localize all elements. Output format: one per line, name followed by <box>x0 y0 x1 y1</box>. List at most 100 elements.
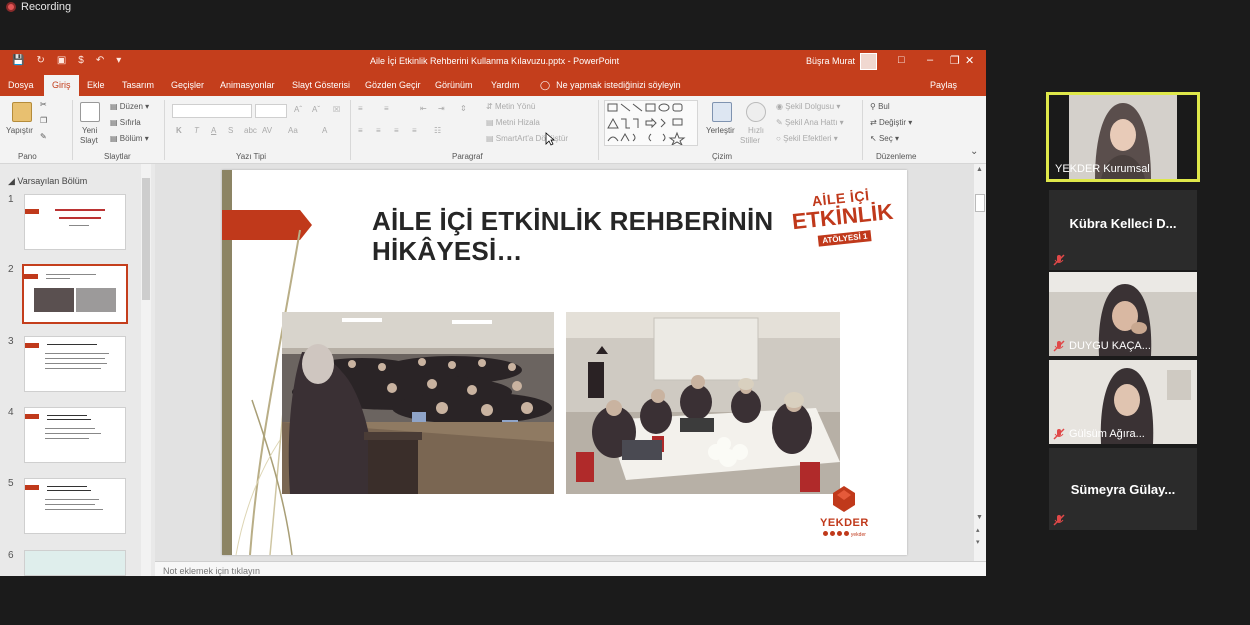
tab-yardim[interactable]: Yardım <box>491 80 519 90</box>
close-icon[interactable]: ✕ <box>965 54 974 67</box>
slide-title[interactable]: AİLE İÇİ ETKİNLİK REHBERİNİN HİKÂYESİ… <box>372 206 773 266</box>
save-icon[interactable]: 💾 <box>12 55 24 66</box>
increase-indent-icon[interactable]: ⇥ <box>438 104 445 113</box>
slide-thumbnail-5[interactable] <box>24 478 126 534</box>
increase-font-icon[interactable]: Aˆ <box>294 105 302 114</box>
seminar-photo[interactable] <box>282 312 554 494</box>
text-direction-button[interactable]: ⇵ Metin Yönü <box>486 102 535 111</box>
scroll-up-icon[interactable]: ▲ <box>976 166 983 173</box>
section-button[interactable]: ▤ Bölüm ▾ <box>110 134 149 143</box>
notes-pane[interactable]: Not eklemek için tıklayın <box>155 561 986 576</box>
columns-icon[interactable]: ☷ <box>434 126 441 135</box>
tab-gecisler[interactable]: Geçişler <box>171 80 204 90</box>
collapse-ribbon-icon[interactable]: ⌄ <box>970 146 978 157</box>
next-slide-icon[interactable]: ▾ <box>976 538 980 546</box>
minimize-icon[interactable]: – <box>927 54 933 66</box>
tab-gorunum[interactable]: Görünüm <box>435 80 473 90</box>
slide-thumbnail-3[interactable] <box>24 336 126 392</box>
smartart-button[interactable]: ▤ SmartArt'a Dönüştür <box>486 134 568 143</box>
user-name[interactable]: Büşra Murat <box>806 56 855 66</box>
align-center-icon[interactable]: ≡ <box>376 126 381 135</box>
share-button[interactable]: Paylaş <box>930 80 957 90</box>
numbering-icon[interactable]: ≡ <box>384 104 389 113</box>
clear-formatting-icon[interactable]: ☒ <box>333 105 340 114</box>
redo-icon[interactable]: ↻ <box>36 55 44 66</box>
shape-fill-button[interactable]: ◉ Şekil Dolgusu ▾ <box>776 102 840 111</box>
scroll-down-icon[interactable]: ▼ <box>976 514 983 521</box>
slide-scrollbar[interactable]: ▲ ▼ ▴ ▾ <box>974 164 986 561</box>
shape-outline-button[interactable]: ✎ Şekil Ana Hattı ▾ <box>776 118 844 127</box>
cut-icon[interactable]: ✂ <box>40 100 47 109</box>
italic-icon[interactable]: T <box>194 126 199 135</box>
layout-button[interactable]: ▤ Düzen ▾ <box>110 102 149 111</box>
quick-styles-icon[interactable] <box>746 102 766 122</box>
character-spacing-icon[interactable]: AV <box>262 126 272 135</box>
scrollbar-thumb[interactable] <box>975 194 985 212</box>
participant-tile[interactable]: Gülsüm Ağıra... <box>1049 360 1197 444</box>
undo-icon[interactable]: ↶ <box>96 55 104 66</box>
underline-icon[interactable]: A <box>211 126 216 135</box>
tab-ekle[interactable]: Ekle <box>87 80 105 90</box>
format-painter-brush-icon[interactable]: ✎ <box>40 132 47 141</box>
line-spacing-icon[interactable]: ⇕ <box>460 104 467 113</box>
justify-icon[interactable]: ≡ <box>412 126 417 135</box>
customize-toolbar-icon[interactable]: ▾ <box>116 55 121 66</box>
tab-animasyonlar[interactable]: Animasyonlar <box>220 80 275 90</box>
new-slide-icon[interactable] <box>80 102 100 122</box>
avatar[interactable] <box>860 53 877 70</box>
participant-tile[interactable]: DUYGU KAÇA... <box>1049 272 1197 356</box>
participant-tile[interactable]: Sümeyra Gülay... <box>1049 448 1197 530</box>
replace-button[interactable]: ⇄ Değiştir ▾ <box>870 118 912 127</box>
font-color-icon[interactable]: A <box>322 126 327 135</box>
muted-mic-icon[interactable] <box>1053 428 1065 440</box>
participant-tile-active[interactable]: YEKDER Kurumsal <box>1046 92 1200 182</box>
font-size-field[interactable] <box>255 104 287 118</box>
new-slide-label-2[interactable]: Slayt <box>80 136 98 145</box>
tell-me-search[interactable]: ◯ Ne yapmak istediğinizi söyleyin <box>540 80 681 91</box>
maximize-icon[interactable]: ❐ <box>950 54 960 67</box>
paste-button[interactable]: Yapıştır <box>6 126 33 135</box>
reset-button[interactable]: ▤ Sıfırla <box>110 118 141 127</box>
select-button[interactable]: ↖ Seç ▾ <box>870 134 899 143</box>
align-right-icon[interactable]: ≡ <box>394 126 399 135</box>
font-name-field[interactable] <box>172 104 252 118</box>
strikethrough-icon[interactable]: abc <box>244 126 257 135</box>
slide-thumbnail-1[interactable] <box>24 194 126 250</box>
quick-styles-label-2[interactable]: Stiller <box>740 136 760 145</box>
thumbnails-scrollbar[interactable] <box>141 164 151 576</box>
slide-canvas[interactable]: AİLE İÇİ ETKİNLİK REHBERİNİN HİKÂYESİ… A… <box>222 170 907 555</box>
participant-tile[interactable]: Kübra Kelleci D... <box>1049 190 1197 270</box>
shapes-gallery[interactable] <box>604 100 698 147</box>
change-case-icon[interactable]: Aa <box>288 126 298 135</box>
decrease-font-icon[interactable]: Aˇ <box>312 105 320 114</box>
new-slide-label-1[interactable]: Yeni <box>82 126 97 135</box>
section-header[interactable]: ◢ Varsayılan Bölüm <box>8 176 87 187</box>
slide-thumbnail-4[interactable] <box>24 407 126 463</box>
shadow-icon[interactable]: S <box>228 126 233 135</box>
meeting-photo[interactable] <box>566 312 840 494</box>
slide-thumbnail-6[interactable] <box>24 550 126 576</box>
tab-slayt-gosterisi[interactable]: Slayt Gösterisi <box>292 80 350 90</box>
format-painter-icon[interactable]: $ <box>78 55 84 66</box>
arrange-button[interactable]: Yerleştir <box>706 126 735 135</box>
decrease-indent-icon[interactable]: ⇤ <box>420 104 427 113</box>
tab-giris[interactable]: Giriş <box>44 75 79 96</box>
copy-icon[interactable]: ❐ <box>40 116 47 125</box>
muted-mic-icon[interactable] <box>1053 340 1065 352</box>
align-left-icon[interactable]: ≡ <box>358 126 363 135</box>
present-icon[interactable]: ▣ <box>57 55 66 66</box>
arrange-icon[interactable] <box>712 102 732 122</box>
scrollbar-thumb[interactable] <box>142 178 150 300</box>
slide-thumbnail-2[interactable] <box>22 264 128 324</box>
previous-slide-icon[interactable]: ▴ <box>976 526 980 534</box>
ribbon-display-icon[interactable]: □ <box>898 54 905 66</box>
quick-styles-label-1[interactable]: Hızlı <box>748 126 764 135</box>
bold-icon[interactable]: K <box>176 126 182 135</box>
shape-effects-button[interactable]: ○ Şekil Efektleri ▾ <box>776 134 838 143</box>
tab-dosya[interactable]: Dosya <box>8 80 34 90</box>
align-text-button[interactable]: ▤ Metni Hizala <box>486 118 540 127</box>
bullets-icon[interactable]: ≡ <box>358 104 363 113</box>
muted-mic-icon[interactable] <box>1053 254 1065 266</box>
paste-icon[interactable] <box>12 102 32 122</box>
find-button[interactable]: ⚲ Bul <box>870 102 890 111</box>
